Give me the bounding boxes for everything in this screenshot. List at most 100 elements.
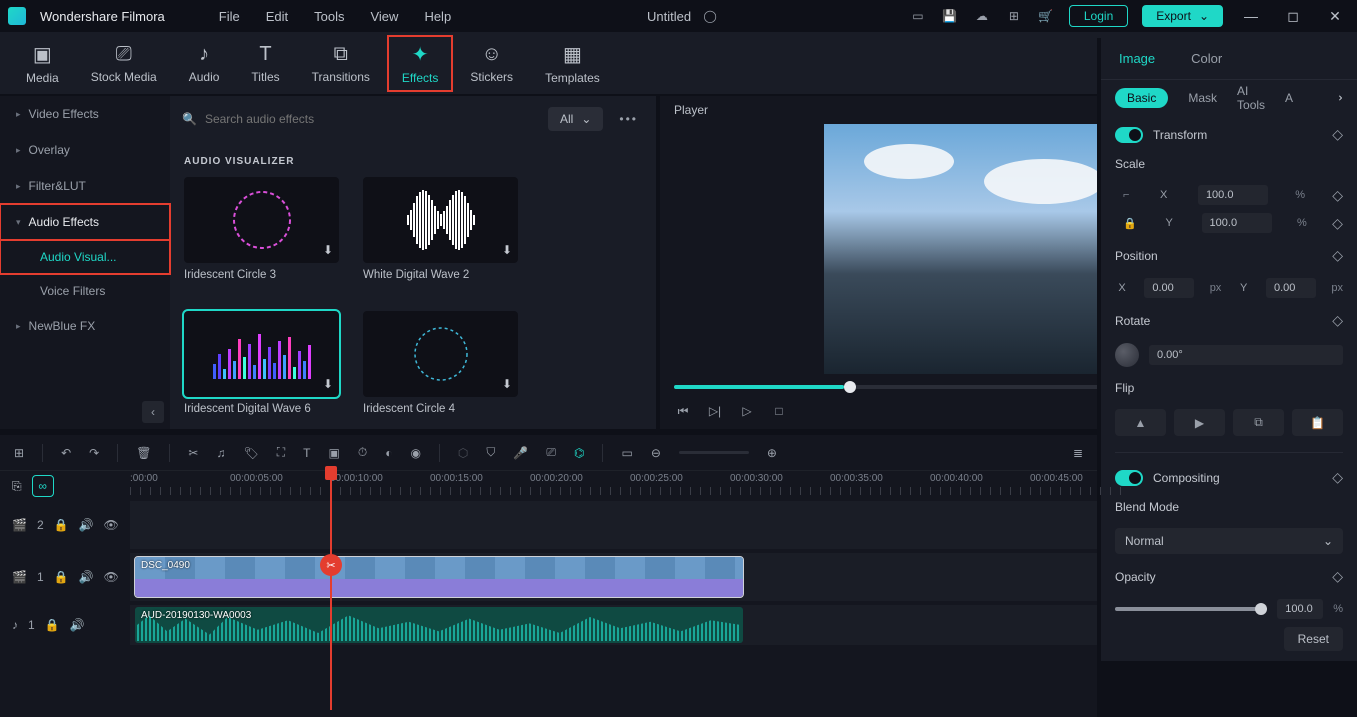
tab-stickers[interactable]: ☺Stickers: [456, 37, 527, 90]
scale-y-input[interactable]: [1202, 213, 1272, 233]
shield-icon[interactable]: ⛉: [486, 445, 495, 460]
keyframe-icon[interactable]: ◇: [1332, 126, 1343, 143]
lock-icon[interactable]: 🔒: [45, 618, 60, 632]
undo-icon[interactable]: ↶: [61, 446, 71, 460]
lock-icon[interactable]: 🔒: [1123, 217, 1137, 230]
text-icon[interactable]: T: [303, 446, 310, 460]
inspector-tab-image[interactable]: Image: [1119, 43, 1155, 74]
sidebar-sub-voice-filters[interactable]: Voice Filters: [0, 274, 170, 308]
crop-icon[interactable]: ⛶: [277, 445, 285, 460]
sidebar-item-filter-lut[interactable]: ▸Filter&LUT: [0, 168, 170, 204]
transform-toggle[interactable]: [1115, 127, 1143, 143]
keyframe-icon[interactable]: ◇: [1332, 215, 1343, 232]
paste-button[interactable]: 📋: [1292, 409, 1343, 436]
download-icon[interactable]: ⬇: [502, 243, 512, 257]
mute-icon[interactable]: 🔊: [79, 570, 94, 584]
flip-h-button[interactable]: ▲: [1115, 409, 1166, 436]
speed-icon[interactable]: ⏱: [358, 445, 367, 460]
tab-transitions[interactable]: ⧉Transitions: [298, 37, 384, 90]
subtab-ai-tools[interactable]: AI Tools: [1237, 84, 1265, 112]
effect-card[interactable]: ⬇ Iridescent Digital Wave 6: [184, 311, 339, 415]
apps-icon[interactable]: ⊞: [1005, 7, 1023, 25]
export-button[interactable]: Export⌄: [1142, 5, 1223, 27]
mute-icon[interactable]: 🔊: [79, 518, 94, 532]
window-minimize-icon[interactable]: —: [1237, 8, 1265, 24]
play-range-icon[interactable]: ▷|: [706, 402, 724, 420]
reset-button[interactable]: Reset: [1284, 627, 1343, 651]
time-ruler[interactable]: :00:00 00:00:05:00 00:00:10:00 00:00:15:…: [130, 471, 1130, 501]
menu-help[interactable]: Help: [418, 5, 457, 28]
subtab-more[interactable]: A: [1285, 91, 1293, 105]
audio-clip[interactable]: AUD-20190130-WA0003: [135, 607, 743, 643]
prev-frame-icon[interactable]: ⏮: [674, 402, 692, 420]
tab-templates[interactable]: ▦Templates: [531, 36, 614, 91]
layout-icon[interactable]: ⊞: [14, 446, 24, 460]
tab-media[interactable]: ▣Media: [12, 36, 73, 91]
blend-mode-dropdown[interactable]: Normal⌄: [1115, 528, 1343, 554]
nest-icon[interactable]: ⎘: [12, 479, 22, 494]
music-icon[interactable]: ♫: [216, 446, 225, 460]
magnet-icon[interactable]: ⌬: [574, 446, 584, 460]
cut-handle-icon[interactable]: ✂: [320, 554, 342, 576]
download-icon[interactable]: ⬇: [323, 377, 333, 391]
effect-card[interactable]: ⬇ White Digital Wave 2: [363, 177, 518, 281]
more-icon[interactable]: •••: [613, 112, 644, 126]
search-input[interactable]: [205, 112, 538, 126]
link-toggle-icon[interactable]: ∞: [32, 475, 54, 497]
play-icon[interactable]: ▷: [738, 402, 756, 420]
lock-icon[interactable]: 🔒: [54, 570, 69, 584]
menu-view[interactable]: View: [364, 5, 404, 28]
pos-y-input[interactable]: [1266, 278, 1316, 298]
mute-icon[interactable]: 🔊: [70, 618, 85, 632]
mixer-icon[interactable]: ⎚: [546, 445, 556, 460]
tab-effects[interactable]: ✦Effects: [388, 36, 452, 91]
eye-icon[interactable]: 👁: [104, 518, 119, 532]
transform-tool-icon[interactable]: ▣: [328, 446, 339, 460]
sidebar-item-newblue[interactable]: ▸NewBlue FX: [0, 308, 170, 344]
keyframe-icon[interactable]: ◇: [1332, 568, 1343, 585]
inspector-tab-color[interactable]: Color: [1191, 43, 1222, 74]
filter-dropdown[interactable]: All⌄: [548, 107, 603, 131]
opacity-slider[interactable]: [1115, 607, 1267, 611]
tab-audio[interactable]: ♪Audio: [175, 37, 234, 90]
download-icon[interactable]: ⬇: [323, 243, 333, 257]
window-restore-icon[interactable]: ◻: [1279, 8, 1307, 25]
fit-icon[interactable]: ▭: [621, 446, 632, 460]
menu-edit[interactable]: Edit: [260, 5, 294, 28]
opacity-input[interactable]: [1277, 599, 1323, 619]
subtab-mask[interactable]: Mask: [1188, 91, 1217, 105]
view-icon[interactable]: ≣: [1073, 446, 1083, 460]
cloud-icon[interactable]: ☁: [973, 7, 991, 25]
effects-tool-icon[interactable]: ◉: [410, 446, 420, 460]
pos-x-input[interactable]: [1144, 278, 1194, 298]
subtab-basic[interactable]: Basic: [1115, 88, 1168, 108]
lock-icon[interactable]: 🔒: [54, 518, 69, 532]
sidebar-collapse-button[interactable]: ‹: [142, 401, 164, 423]
cut-icon[interactable]: ✂: [188, 446, 198, 460]
chevron-right-icon[interactable]: ⌄: [1331, 93, 1345, 103]
effect-card[interactable]: ⬇ Iridescent Circle 4: [363, 311, 518, 415]
keyframe-icon[interactable]: ◇: [1332, 187, 1343, 204]
mic-icon[interactable]: 🎤: [513, 446, 528, 460]
video-clip[interactable]: DSC_0490: [135, 557, 743, 597]
playhead[interactable]: ✂: [330, 470, 332, 710]
copy-button[interactable]: ⧉: [1233, 409, 1284, 436]
sidebar-item-video-effects[interactable]: ▸Video Effects: [0, 96, 170, 132]
sidebar-sub-audio-visualizer[interactable]: Audio Visual...: [0, 240, 170, 274]
window-close-icon[interactable]: ✕: [1321, 8, 1349, 25]
save-icon[interactable]: 💾: [941, 7, 959, 25]
menu-tools[interactable]: Tools: [308, 5, 350, 28]
search-input-wrap[interactable]: 🔍: [182, 112, 538, 126]
login-button[interactable]: Login: [1069, 5, 1128, 27]
zoom-slider[interactable]: [679, 451, 749, 454]
tab-titles[interactable]: TTitles: [237, 37, 293, 90]
zoom-in-icon[interactable]: ⊕: [767, 446, 777, 460]
redo-icon[interactable]: ↷: [89, 446, 99, 460]
sidebar-item-overlay[interactable]: ▸Overlay: [0, 132, 170, 168]
zoom-out-icon[interactable]: ⊖: [651, 446, 661, 460]
cart-icon[interactable]: 🛒: [1037, 7, 1055, 25]
stop-icon[interactable]: □: [770, 402, 788, 420]
effect-card[interactable]: ⬇ Iridescent Circle 3: [184, 177, 339, 281]
keyframe-icon[interactable]: ◇: [1332, 469, 1343, 486]
tab-stock-media[interactable]: ⎚Stock Media: [77, 37, 171, 90]
